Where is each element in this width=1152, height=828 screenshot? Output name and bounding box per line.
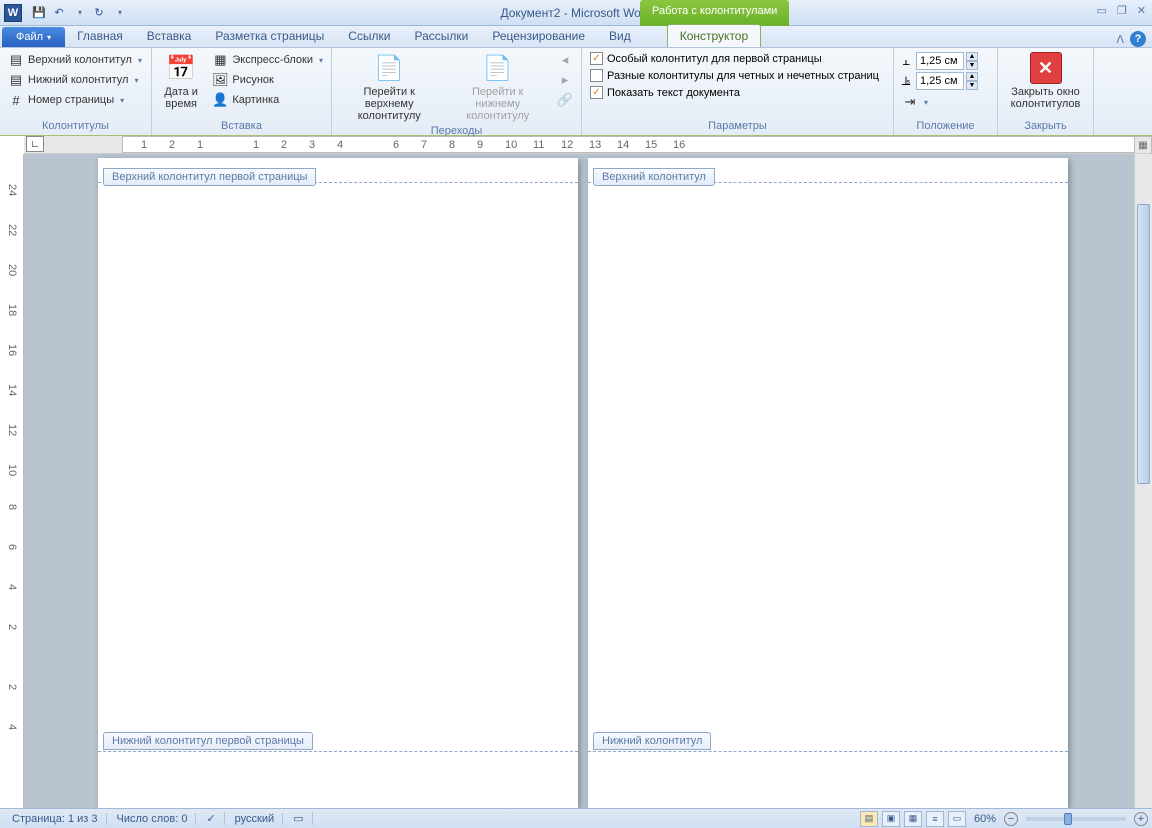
word-count[interactable]: Число слов: 0	[109, 813, 197, 825]
tab-insert[interactable]: Вставка	[135, 25, 204, 47]
horizontal-ruler[interactable]: ∟ 121 123 467 8910 111213 141516 ▦	[24, 136, 1152, 154]
footer-icon: ▤	[8, 72, 24, 88]
next-section-button: ▸	[553, 70, 577, 90]
first-page-checkbox[interactable]: ✓Особый колонтитул для первой страницы	[586, 50, 883, 67]
help-icon[interactable]: ?	[1130, 31, 1146, 47]
insert-tab-button[interactable]: ⇥	[898, 92, 978, 112]
quick-parts-button[interactable]: ▦Экспресс-блоки	[208, 50, 327, 70]
footer-position-spinner[interactable]: ⫡▲▼	[898, 72, 978, 90]
qat-customize[interactable]	[110, 4, 128, 22]
vertical-ruler[interactable]: 2422 2018 1614 1210 86 42 24	[0, 154, 24, 808]
group-label: Положение	[898, 119, 993, 133]
prev-section-button: ◂	[553, 50, 577, 70]
checkbox-checked-icon: ✓	[590, 52, 603, 65]
show-text-checkbox[interactable]: ✓Показать текст документа	[586, 84, 883, 101]
undo-dropdown[interactable]	[70, 4, 88, 22]
file-tab[interactable]: Файл▾	[2, 27, 65, 47]
footer-tag: Нижний колонтитул	[593, 732, 711, 750]
close-header-footer-button[interactable]: ✕ Закрыть окно колонтитулов	[1002, 50, 1089, 112]
clipart-icon: 👤	[212, 92, 228, 108]
tab-design[interactable]: Конструктор	[667, 24, 761, 47]
header-position-spinner[interactable]: ⫠▲▼	[898, 52, 978, 70]
undo-icon[interactable]: ↶	[50, 4, 68, 22]
page-1[interactable]: Верхний колонтитул первой страницы Нижни…	[98, 158, 578, 808]
blocks-icon: ▦	[212, 52, 228, 68]
group-label: Колонтитулы	[4, 119, 147, 133]
app-icon: W	[4, 4, 22, 22]
window-title: Документ2 - Microsoft Word	[500, 6, 651, 20]
goto-footer-button: 📄 Перейти к нижнему колонтитулу	[445, 50, 552, 124]
draft-view-icon[interactable]: ▭	[948, 811, 966, 827]
quick-access-toolbar: 💾 ↶ ↻	[30, 4, 128, 22]
outline-view-icon[interactable]: ≡	[926, 811, 944, 827]
proofing-icon[interactable]: ✓	[198, 812, 224, 825]
tab-selector[interactable]: ∟	[26, 136, 44, 152]
header-tag: Верхний колонтитул	[593, 168, 715, 186]
position-top-icon: ⫠	[898, 53, 914, 69]
web-layout-view-icon[interactable]: ▦	[904, 811, 922, 827]
tab-mailings[interactable]: Рассылки	[402, 25, 480, 47]
page-status[interactable]: Страница: 1 из 3	[4, 813, 107, 825]
doc-up-icon: 📄	[373, 52, 405, 84]
context-tab-header: Работа с колонтитулами	[640, 0, 789, 26]
zoom-level[interactable]: 60%	[974, 813, 996, 825]
ribbon: ▤Верхний колонтитул ▤Нижний колонтитул #…	[0, 48, 1152, 136]
close-x-icon: ✕	[1030, 52, 1062, 84]
page-2[interactable]: Верхний колонтитул Нижний колонтитул	[588, 158, 1068, 808]
header-tag: Верхний колонтитул первой страницы	[103, 168, 316, 186]
language-status[interactable]: русский	[227, 813, 283, 825]
page-number-button[interactable]: #Номер страницы	[4, 90, 146, 110]
minimize-ribbon-icon[interactable]: ᐱ	[1116, 33, 1124, 46]
tab-references[interactable]: Ссылки	[336, 25, 402, 47]
scrollbar-thumb[interactable]	[1137, 204, 1150, 484]
zoom-in-icon[interactable]: +	[1134, 812, 1148, 826]
checkbox-icon	[590, 69, 603, 82]
zoom-thumb[interactable]	[1064, 813, 1072, 825]
group-label: Вставка	[156, 119, 327, 133]
workspace: 2422 2018 1614 1210 86 42 24 Верхний кол…	[0, 154, 1152, 808]
checkbox-checked-icon: ✓	[590, 86, 603, 99]
link-previous-button: 🔗	[553, 90, 577, 110]
vertical-scrollbar[interactable]	[1134, 154, 1152, 808]
footer-tag: Нижний колонтитул первой страницы	[103, 732, 313, 750]
footer-button[interactable]: ▤Нижний колонтитул	[4, 70, 146, 90]
tab-review[interactable]: Рецензирование	[480, 25, 597, 47]
calendar-icon: 📅	[165, 52, 197, 84]
header-button[interactable]: ▤Верхний колонтитул	[4, 50, 146, 70]
position-bottom-icon: ⫡	[898, 73, 914, 89]
goto-header-button[interactable]: 📄 Перейти к верхнему колонтитулу	[336, 50, 443, 124]
statusbar: Страница: 1 из 3 Число слов: 0 ✓ русский…	[0, 808, 1152, 828]
restore-icon[interactable]: ❐	[1117, 4, 1127, 17]
tab-layout[interactable]: Разметка страницы	[203, 25, 336, 47]
page-number-icon: #	[8, 92, 24, 108]
ruler-toggle-icon[interactable]: ▦	[1134, 136, 1152, 154]
zoom-slider[interactable]	[1026, 817, 1126, 821]
redo-icon[interactable]: ↻	[90, 4, 108, 22]
header-icon: ▤	[8, 52, 24, 68]
print-layout-view-icon[interactable]: ▤	[860, 811, 878, 827]
minimize-icon[interactable]: ▭	[1097, 4, 1107, 17]
tab-view[interactable]: Вид	[597, 25, 643, 47]
group-label: Закрыть	[1002, 119, 1089, 133]
tab-home[interactable]: Главная	[65, 25, 135, 47]
picture-button[interactable]: 🖼Рисунок	[208, 70, 327, 90]
odd-even-checkbox[interactable]: Разные колонтитулы для четных и нечетных…	[586, 67, 883, 84]
save-icon[interactable]: 💾	[30, 4, 48, 22]
ribbon-tabs: Файл▾ Главная Вставка Разметка страницы …	[0, 26, 1152, 48]
document-area[interactable]: Верхний колонтитул первой страницы Нижни…	[24, 154, 1134, 808]
picture-icon: 🖼	[212, 72, 228, 88]
zoom-out-icon[interactable]: −	[1004, 812, 1018, 826]
doc-down-icon: 📄	[482, 52, 514, 84]
group-label: Параметры	[586, 119, 889, 133]
overtype-icon[interactable]: ▭	[285, 812, 312, 825]
clipart-button[interactable]: 👤Картинка	[208, 90, 327, 110]
fullscreen-view-icon[interactable]: ▣	[882, 811, 900, 827]
titlebar: W 💾 ↶ ↻ Документ2 - Microsoft Word Работ…	[0, 0, 1152, 26]
datetime-button[interactable]: 📅 Дата и время	[156, 50, 206, 112]
tab-icon: ⇥	[902, 94, 918, 110]
close-icon[interactable]: ✕	[1137, 4, 1146, 17]
window-controls: ▭ ❐ ✕	[1097, 4, 1147, 17]
